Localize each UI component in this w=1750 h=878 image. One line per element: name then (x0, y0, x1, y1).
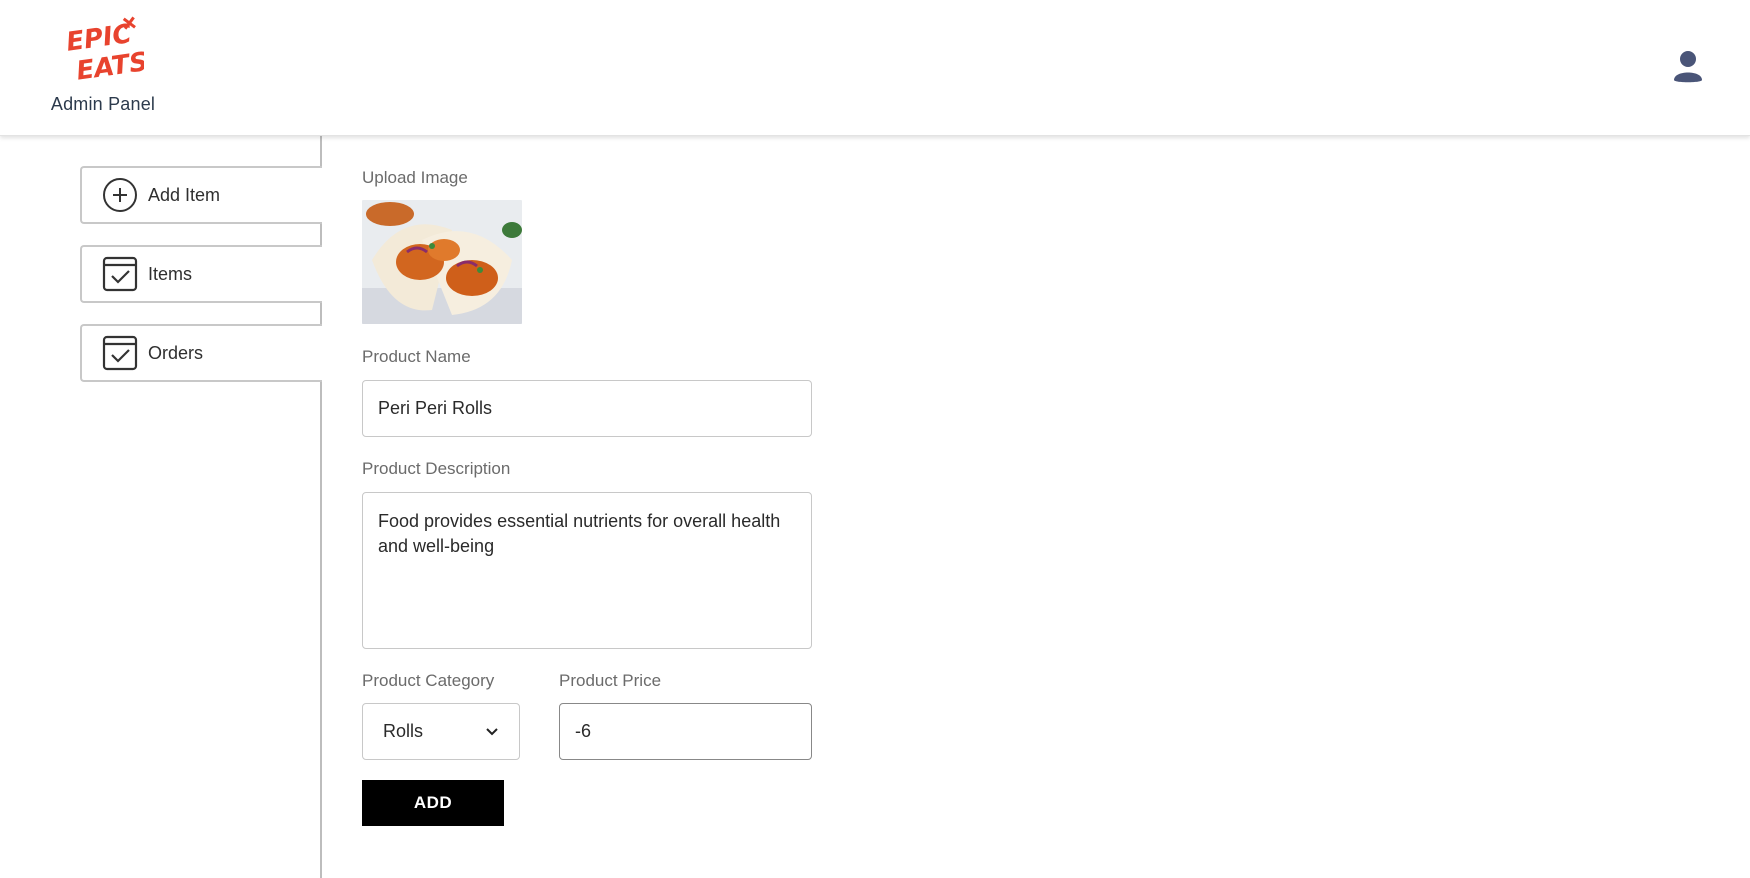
product-name-label: Product Name (362, 347, 471, 366)
selected-category: Rolls (383, 721, 424, 741)
sidebar-item-items[interactable]: Items (80, 245, 322, 303)
product-category-select[interactable]: Rolls (362, 703, 520, 760)
sidebar-item-orders[interactable]: Orders (80, 324, 322, 382)
product-price-input[interactable] (559, 703, 812, 760)
product-name-input[interactable] (362, 380, 812, 437)
sidebar-item-label: Add Item (148, 184, 221, 205)
add-item-form: Upload Image Product Name Product Descri… (362, 136, 1722, 878)
checkbox-calendar-icon (102, 335, 138, 371)
sidebar-item-label: Items (148, 263, 193, 284)
food-image (362, 200, 522, 324)
product-description-textarea[interactable]: Food provides essential nutrients for ov… (362, 492, 812, 649)
sidebar-item-label: Orders (148, 342, 204, 363)
epic-eats-logo[interactable]: EPIC EATS (62, 16, 144, 86)
add-button[interactable]: ADD (362, 780, 504, 826)
product-price-label: Product Price (559, 671, 662, 690)
product-category-label: Product Category (362, 671, 495, 690)
product-description-label: Product Description (362, 459, 511, 478)
sidebar: Add Item Items Orders (0, 136, 322, 878)
plus-circle-icon (103, 178, 137, 212)
admin-panel-label: Admin Panel (50, 94, 156, 114)
upload-image-label: Upload Image (362, 168, 468, 187)
brand: EPIC EATS Admin Panel (40, 16, 166, 115)
upload-image-preview[interactable] (362, 200, 522, 324)
sidebar-item-add-item[interactable]: Add Item (80, 166, 322, 224)
checkbox-calendar-icon (102, 256, 138, 292)
user-icon[interactable] (1672, 50, 1704, 84)
chevron-down-icon (486, 727, 498, 735)
top-bar: EPIC EATS Admin Panel (0, 0, 1750, 136)
